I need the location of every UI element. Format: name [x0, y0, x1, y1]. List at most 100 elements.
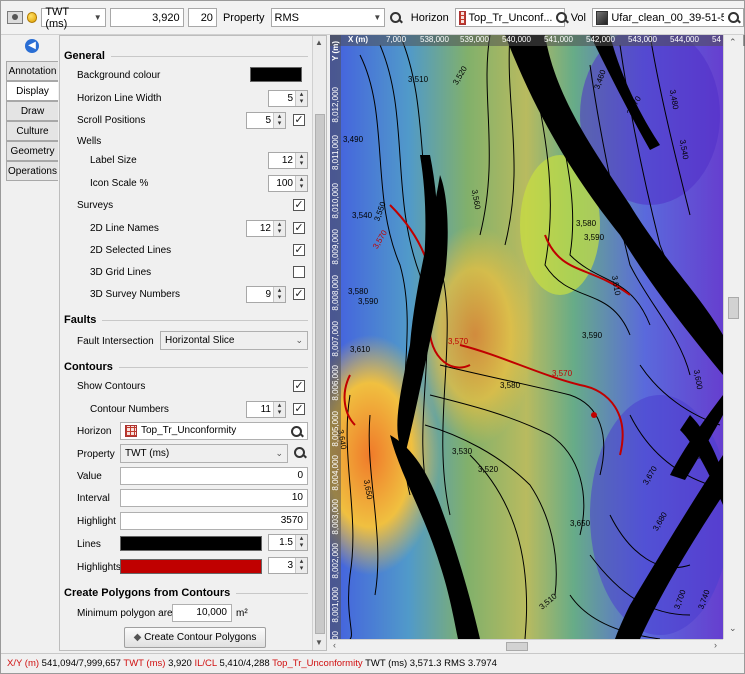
pick-tool-icon[interactable] [389, 11, 405, 24]
contour-value-input[interactable]: 0 [120, 467, 308, 485]
property-select-value: RMS [274, 11, 299, 24]
horizon-map [330, 35, 723, 639]
panel-scrollbar-thumb[interactable] [315, 114, 325, 634]
panel-scrollbar[interactable]: ▲ ▼ [312, 36, 326, 650]
scroll-up-icon[interactable]: ⌃ [729, 37, 737, 48]
tab-geometry[interactable]: Geometry [6, 141, 58, 161]
y-tick: 8,008,000 [331, 275, 340, 311]
map-horizontal-scrollbar[interactable]: ‹ › [330, 639, 723, 653]
contour-numbers-spinner[interactable]: 11 [246, 401, 286, 418]
value-input[interactable]: 3,920 [109, 8, 184, 27]
contour-interval-label: Interval [77, 493, 110, 504]
status-ilcl-value: 5,410/4,288 [219, 658, 270, 669]
background-colour-swatch[interactable] [250, 67, 302, 82]
min-area-unit: m² [236, 608, 248, 619]
highlights-width-spinner[interactable]: 3 [268, 557, 308, 574]
create-contour-polygons-label: Create Contour Polygons [144, 632, 257, 643]
camera-icon[interactable] [7, 11, 23, 24]
contour-highlight-input[interactable]: 3570 [120, 512, 308, 530]
selected-lines-2d-checkbox[interactable]: ✓ [293, 244, 305, 256]
y-tick: 8,007,000 [331, 321, 340, 357]
fault-intersection-select[interactable]: Horizontal Slice ⌄ [160, 331, 308, 350]
scroll-right-icon[interactable]: › [714, 640, 717, 650]
tab-operations[interactable]: Operations [6, 161, 58, 181]
map-vertical-scrollbar-thumb[interactable] [728, 297, 739, 319]
label-size-spinner[interactable]: 12 [268, 152, 308, 169]
y-tick: 8,002,000 [331, 543, 340, 579]
chevron-down-icon: ⌄ [275, 448, 283, 458]
tab-culture[interactable]: Culture [6, 121, 58, 141]
create-contour-polygons-button[interactable]: ◆ Create Contour Polygons [124, 627, 266, 648]
contours-title: Contours [64, 361, 113, 373]
icon-scale-spinner[interactable]: 100 [268, 175, 308, 192]
horizon-grid-icon [125, 425, 137, 437]
contour-label: 3,490 [343, 135, 364, 144]
contour-horizon-label: Horizon [77, 426, 112, 437]
scroll-positions-checkbox[interactable]: ✓ [293, 114, 305, 126]
y-tick: 8,010,000 [331, 183, 340, 219]
survey-numbers-3d-checkbox[interactable]: ✓ [293, 288, 305, 300]
grid-lines-3d-checkbox[interactable] [293, 266, 305, 278]
survey-numbers-3d-spinner[interactable]: 9 [246, 286, 286, 303]
volume-select[interactable]: Ufar_clean_00_39-51-59... [592, 8, 744, 27]
contour-label: 3,590 [582, 331, 603, 340]
pick-tool-icon[interactable] [293, 446, 306, 459]
horizon-select[interactable]: Top_Tr_Unconf... [454, 8, 569, 27]
step-input[interactable]: 20 [187, 8, 217, 27]
line-names-2d-spinner[interactable]: 12 [246, 220, 286, 237]
y-tick: 8,009,000 [331, 229, 340, 265]
x-axis-ruler: X (m) 7,000 538,000 539,000 540,000 541,… [330, 35, 745, 46]
surveys-checkbox[interactable]: ✓ [293, 199, 305, 211]
scroll-left-icon[interactable]: ‹ [333, 640, 336, 650]
search-icon[interactable] [727, 11, 740, 24]
contour-property-value: TWT (ms) [125, 448, 170, 459]
attribute-select[interactable]: TWT (ms) ▼ [41, 6, 106, 30]
map-vertical-scrollbar[interactable]: ⌃ ⌄ [723, 35, 743, 639]
contour-numbers-label: Contour Numbers [90, 404, 169, 415]
faults-section-header: Faults [60, 310, 312, 330]
search-icon[interactable] [555, 11, 569, 24]
general-title: General [64, 50, 105, 62]
horizon-line-width-spinner[interactable]: 5 [268, 90, 308, 107]
contour-label: 3,590 [584, 233, 605, 242]
tab-draw[interactable]: Draw [6, 101, 58, 121]
horizon-label: Horizon [410, 11, 449, 24]
lines-width-spinner[interactable]: 1.5 [268, 534, 308, 551]
line-names-2d-checkbox[interactable]: ✓ [293, 222, 305, 234]
show-contours-label: Show Contours [77, 381, 146, 392]
chevron-down-icon: ▼ [93, 13, 102, 22]
contour-label: 3,570 [552, 369, 573, 378]
color-dot-icon[interactable] [26, 12, 38, 23]
scroll-down-icon[interactable]: ▼ [315, 638, 323, 647]
scroll-up-icon[interactable]: ▲ [315, 38, 323, 47]
highlights-colour-swatch[interactable] [120, 559, 262, 574]
show-contours-checkbox[interactable]: ✓ [293, 380, 305, 392]
contour-horizon-select[interactable]: Top_Tr_Unconformity [120, 422, 308, 440]
contour-interval-input[interactable]: 10 [120, 489, 308, 507]
well-marker[interactable] [591, 412, 597, 418]
min-area-input[interactable]: 10,000 [172, 604, 232, 622]
contour-label: 3,580 [500, 381, 521, 390]
tab-annotation[interactable]: Annotation [6, 61, 58, 81]
scroll-down-icon[interactable]: ⌄ [729, 623, 737, 634]
divider [102, 319, 308, 321]
horizon-map-canvas[interactable]: 3,510 3,520 3,490 3,540 3,550 3,560 3,57… [330, 35, 723, 639]
search-icon[interactable] [290, 425, 303, 438]
tab-display[interactable]: Display [6, 81, 58, 101]
scroll-positions-spinner[interactable]: 5 [246, 112, 286, 129]
volume-icon [596, 10, 609, 25]
contour-highlight-label: Highlight [77, 516, 116, 527]
map-horizontal-scrollbar-thumb[interactable] [506, 642, 528, 651]
contour-label: 3,520 [478, 465, 499, 474]
contour-label: 3,540 [352, 211, 373, 220]
fault-intersection-label: Fault Intersection [77, 336, 154, 347]
contour-label: 3,580 [348, 287, 369, 296]
tab-strip: ◀ Annotation Display Draw Culture Geomet… [6, 37, 58, 181]
property-select[interactable]: RMS ▼ [270, 8, 386, 27]
lines-colour-swatch[interactable] [120, 536, 262, 551]
contour-numbers-checkbox[interactable]: ✓ [293, 403, 305, 415]
back-arrow-icon[interactable]: ◀ [25, 39, 39, 53]
status-bar: X/Y (m) 541,094/7,999,657 TWT (ms) 3,920… [1, 653, 744, 673]
divider [110, 55, 308, 57]
contour-property-select[interactable]: TWT (ms) ⌄ [120, 444, 288, 463]
